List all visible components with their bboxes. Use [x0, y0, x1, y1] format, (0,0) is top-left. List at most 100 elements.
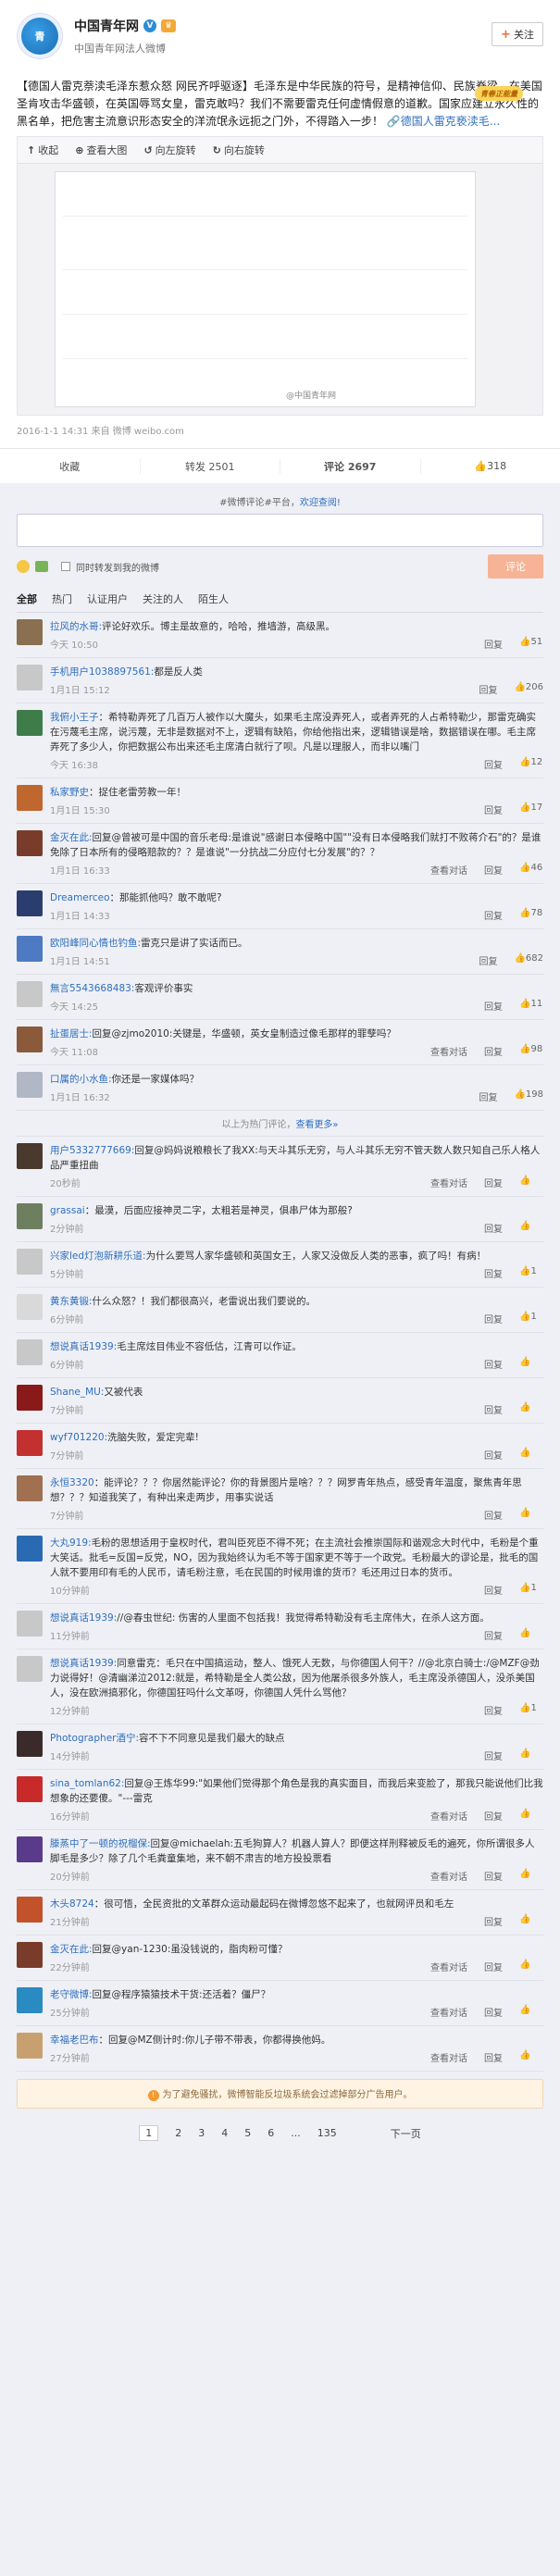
submit-comment-button[interactable]: 评论: [488, 554, 543, 579]
commenter-avatar[interactable]: [17, 1987, 43, 2013]
commenter-avatar[interactable]: [17, 1731, 43, 1757]
comment-like-button[interactable]: 👍11: [519, 999, 543, 1013]
sync-checkbox[interactable]: [61, 562, 70, 571]
commenter-name[interactable]: 兴家led灯泡新耕乐道:: [50, 1251, 146, 1262]
view-conversation-button[interactable]: 查看对话: [430, 1176, 467, 1189]
commenter-name[interactable]: Dreamerceo: [50, 892, 110, 903]
comment-like-button[interactable]: 👍17: [519, 803, 543, 816]
comment-like-button[interactable]: 👍1: [519, 1312, 543, 1325]
reply-button[interactable]: 回复: [484, 999, 503, 1013]
reply-button[interactable]: 回复: [484, 757, 503, 771]
commenter-name[interactable]: Photographer酒宁:: [50, 1733, 139, 1744]
commenter-avatar[interactable]: [17, 1027, 43, 1052]
reply-button[interactable]: 回复: [484, 908, 503, 922]
commenter-avatar[interactable]: [17, 1656, 43, 1682]
comment-like-button[interactable]: 👍: [519, 1402, 543, 1416]
filter-strangers[interactable]: 陌生人: [198, 591, 229, 606]
view-more-link[interactable]: 查看更多»: [295, 1120, 338, 1130]
commenter-name[interactable]: 黄东黄锻:: [50, 1296, 93, 1307]
commenter-avatar[interactable]: [17, 710, 43, 736]
commenter-avatar[interactable]: [17, 2033, 43, 2059]
reply-button[interactable]: 回复: [484, 2005, 503, 2019]
commenter-name[interactable]: 想说真话1939:: [50, 1612, 117, 1624]
reply-button[interactable]: 回复: [479, 953, 497, 967]
comment-like-button[interactable]: 👍1: [519, 1583, 543, 1597]
view-conversation-button[interactable]: 查看对话: [430, 863, 467, 877]
commenter-avatar[interactable]: [17, 1294, 43, 1320]
filter-all[interactable]: 全部: [17, 591, 37, 606]
commenter-avatar[interactable]: [17, 665, 43, 691]
commenter-name[interactable]: 手机用户1038897561:: [50, 666, 154, 678]
reply-button[interactable]: 回复: [484, 1869, 503, 1883]
comment-like-button[interactable]: 👍46: [519, 863, 543, 877]
commenter-avatar[interactable]: [17, 890, 43, 916]
post-link[interactable]: 🔗德国人雷克亵渎毛...: [387, 115, 500, 128]
reply-button[interactable]: 回复: [484, 1809, 503, 1823]
reply-button[interactable]: 回复: [484, 1176, 503, 1189]
reply-button[interactable]: 回复: [484, 1703, 503, 1717]
reply-button[interactable]: 回复: [484, 637, 503, 651]
page-4[interactable]: 4: [221, 2127, 228, 2139]
next-page-button[interactable]: 下一页: [391, 2126, 421, 2141]
commenter-name[interactable]: 想说真话1939:: [50, 1341, 117, 1352]
commenter-avatar[interactable]: [17, 1430, 43, 1456]
comment-like-button[interactable]: 👍: [519, 1628, 543, 1642]
comment-like-button[interactable]: 👍: [519, 1448, 543, 1462]
commenter-name[interactable]: 幸福老巴布: [50, 2035, 99, 2046]
comment-like-button[interactable]: 👍682: [514, 953, 543, 967]
commenter-name[interactable]: Shane_MU:: [50, 1387, 104, 1398]
comment-like-button[interactable]: 👍: [519, 1748, 543, 1762]
commenter-name[interactable]: 大丸919:: [50, 1537, 92, 1549]
reply-button[interactable]: 回复: [484, 1221, 503, 1235]
reply-button[interactable]: 回复: [484, 803, 503, 816]
view-conversation-button[interactable]: 查看对话: [430, 1869, 467, 1883]
comment-like-button[interactable]: 👍: [519, 2005, 543, 2019]
reply-button[interactable]: 回复: [484, 1960, 503, 1973]
reply-button[interactable]: 回复: [484, 1402, 503, 1416]
comment-like-button[interactable]: 👍: [519, 1357, 543, 1371]
commenter-name[interactable]: 扯蛋居士:: [50, 1028, 93, 1039]
comment-like-button[interactable]: 👍198: [514, 1089, 543, 1103]
filter-following[interactable]: 关注的人: [143, 591, 183, 606]
comment-like-button[interactable]: 👍: [519, 1809, 543, 1823]
profile-avatar[interactable]: 青: [17, 13, 63, 59]
commenter-name[interactable]: 拉风的水哥:: [50, 621, 102, 632]
comment-input[interactable]: [17, 514, 543, 547]
reply-button[interactable]: 回复: [484, 1266, 503, 1280]
page-3[interactable]: 3: [198, 2127, 205, 2139]
view-conversation-button[interactable]: 查看对话: [430, 2050, 467, 2064]
commenter-avatar[interactable]: [17, 1249, 43, 1275]
commenter-name[interactable]: 無言5543668483:: [50, 983, 134, 994]
follow-button[interactable]: + 关注: [492, 22, 543, 46]
collect-button[interactable]: 收藏: [0, 458, 141, 474]
commenter-name[interactable]: 口属的小水鱼:: [50, 1074, 112, 1085]
comment-like-button[interactable]: 👍1: [519, 1703, 543, 1717]
commenter-name[interactable]: 金灭在此:: [50, 832, 93, 843]
comment-like-button[interactable]: 👍: [519, 1176, 543, 1189]
commenter-avatar[interactable]: [17, 1143, 43, 1169]
post-screenshot-image[interactable]: @中国青年网: [55, 171, 476, 407]
commenter-avatar[interactable]: [17, 1776, 43, 1802]
comment-like-button[interactable]: 👍51: [519, 637, 543, 651]
commenter-name[interactable]: wyf701220:: [50, 1432, 107, 1443]
reply-button[interactable]: 回复: [484, 1357, 503, 1371]
profile-name[interactable]: 中国青年网: [74, 17, 139, 35]
comment-like-button[interactable]: 👍98: [519, 1044, 543, 1058]
like-button[interactable]: 👍318: [421, 460, 560, 472]
comment-like-button[interactable]: 👍: [519, 1914, 543, 1928]
commenter-avatar[interactable]: [17, 981, 43, 1007]
commenter-avatar[interactable]: [17, 1475, 43, 1501]
commenter-avatar[interactable]: [17, 1536, 43, 1562]
reply-button[interactable]: 回复: [484, 1748, 503, 1762]
commenter-avatar[interactable]: [17, 1203, 43, 1229]
reply-button[interactable]: 回复: [484, 1044, 503, 1058]
commenter-avatar[interactable]: [17, 785, 43, 811]
rotate-right-button[interactable]: ↻ 向右旋转: [213, 143, 265, 157]
filter-hot[interactable]: 热门: [52, 591, 72, 606]
view-conversation-button[interactable]: 查看对话: [430, 1809, 467, 1823]
filter-verified[interactable]: 认证用户: [87, 591, 128, 606]
comment-like-button[interactable]: 👍: [519, 1508, 543, 1522]
page-5[interactable]: 5: [244, 2127, 251, 2139]
reply-button[interactable]: 回复: [484, 863, 503, 877]
commenter-name[interactable]: 滕蒸中了一顿的祝榴保:: [50, 1838, 151, 1849]
